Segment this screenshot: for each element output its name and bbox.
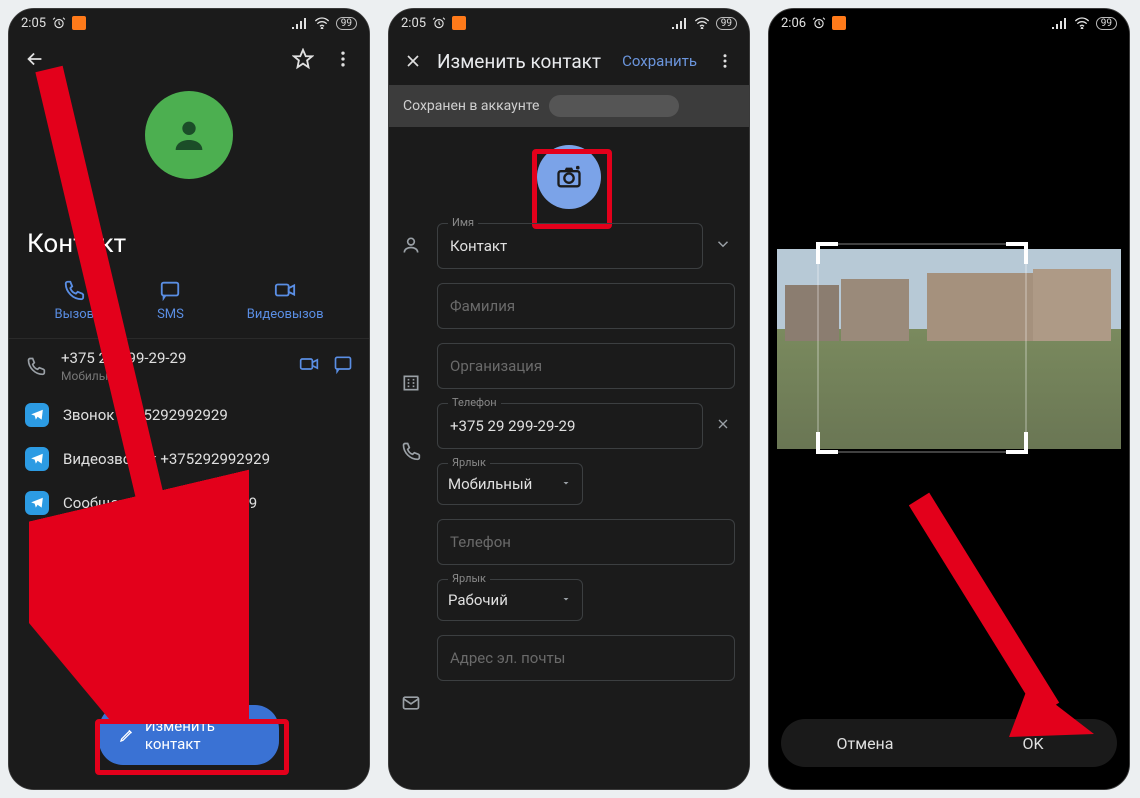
phone-field[interactable]: Телефон +375 29 299-29-29 [437,403,703,449]
phone-icon [401,441,423,465]
ok-button[interactable]: OK [949,734,1117,753]
status-bar: 2:05 99 [389,9,749,37]
phone2-field[interactable]: Телефон [437,519,735,565]
status-time: 2:05 [401,16,426,31]
phone-label-dropdown[interactable]: Ярлык Мобильный [437,463,583,505]
expand-name-button[interactable] [711,235,735,257]
telegram-icon [25,491,49,515]
more-menu-button[interactable] [329,45,357,73]
add-photo-button[interactable] [537,145,601,209]
surname-field[interactable]: Фамилия [437,283,735,329]
status-time: 2:05 [21,16,46,31]
telegram-icon [25,447,49,471]
telegram-call-row[interactable]: Звонок +375292992929 [9,393,369,437]
crop-handle-br[interactable] [1006,432,1028,454]
crop-handle-tr[interactable] [1006,242,1028,264]
crop-action-bar: Отмена OK [781,719,1117,767]
email-icon [401,693,423,717]
edit-contact-button[interactable]: Изменить контакт [99,705,279,765]
dropdown-arrow-icon [560,475,572,493]
wifi-icon [314,17,330,29]
contact-actions: Вызов SMS Видеовызов [9,271,369,339]
battery-icon: 99 [336,17,357,30]
battery-icon: 99 [1096,17,1117,30]
contact-avatar[interactable] [145,91,233,179]
name-field[interactable]: Имя Контакт [437,223,703,269]
signal-icon [672,17,688,29]
alarm-icon [812,16,826,30]
crop-frame[interactable] [817,243,1027,453]
contact-name: Контакт [9,199,369,271]
email-field[interactable]: Адрес эл. почты [437,635,735,681]
more-menu-button[interactable] [711,47,739,75]
dropdown-arrow-icon [560,591,572,609]
telegram-video-row[interactable]: Видеозвонок +375292992929 [9,437,369,481]
message-icon[interactable] [333,354,353,378]
phone-screenshot-1: 2:05 99 [8,8,370,790]
alarm-icon [52,16,66,30]
wifi-icon [694,17,710,29]
phone-screenshot-2: 2:05 99 Изменить контакт Сохранить Сохра… [388,8,750,790]
call-action[interactable]: Вызов [54,279,94,322]
close-button[interactable] [399,47,427,75]
signal-icon [292,17,308,29]
app-indicator-icon [832,16,846,30]
status-time: 2:06 [781,16,806,31]
save-button[interactable]: Сохранить [622,52,697,70]
telegram-icon [25,403,49,427]
signal-icon [1052,17,1068,29]
account-bar[interactable]: Сохранен в аккаунте [389,85,749,127]
phone-number-row[interactable]: +375 29 299-29-29 Мобильный [9,339,369,393]
phone2-label-dropdown[interactable]: Ярлык Рабочий [437,579,583,621]
sms-action[interactable]: SMS [157,279,184,322]
telegram-message-row[interactable]: Сообщение +375292992929 [9,481,369,525]
person-icon [401,235,423,259]
crop-handle-tl[interactable] [816,242,838,264]
video-icon[interactable] [299,354,319,378]
photo-crop-area[interactable] [777,249,1121,449]
battery-icon: 99 [716,17,737,30]
status-bar: 2:05 99 [9,9,369,37]
cancel-button[interactable]: Отмена [781,734,949,753]
organization-field[interactable]: Организация [437,343,735,389]
alarm-icon [432,16,446,30]
phone-icon [25,356,47,376]
wifi-icon [1074,17,1090,29]
back-button[interactable] [21,45,49,73]
company-icon [401,373,423,397]
crop-handle-bl[interactable] [816,432,838,454]
app-indicator-icon [72,16,86,30]
clear-phone-button[interactable] [711,416,735,436]
video-call-action[interactable]: Видеовызов [247,279,324,322]
app-indicator-icon [452,16,466,30]
account-chip [549,95,679,117]
screen-title: Изменить контакт [437,50,612,73]
status-bar: 2:06 99 [769,9,1129,37]
phone-screenshot-3: 2:06 99 Отмена OK [768,8,1130,790]
favorite-star-button[interactable] [289,45,317,73]
annotation-arrow [909,489,1109,749]
